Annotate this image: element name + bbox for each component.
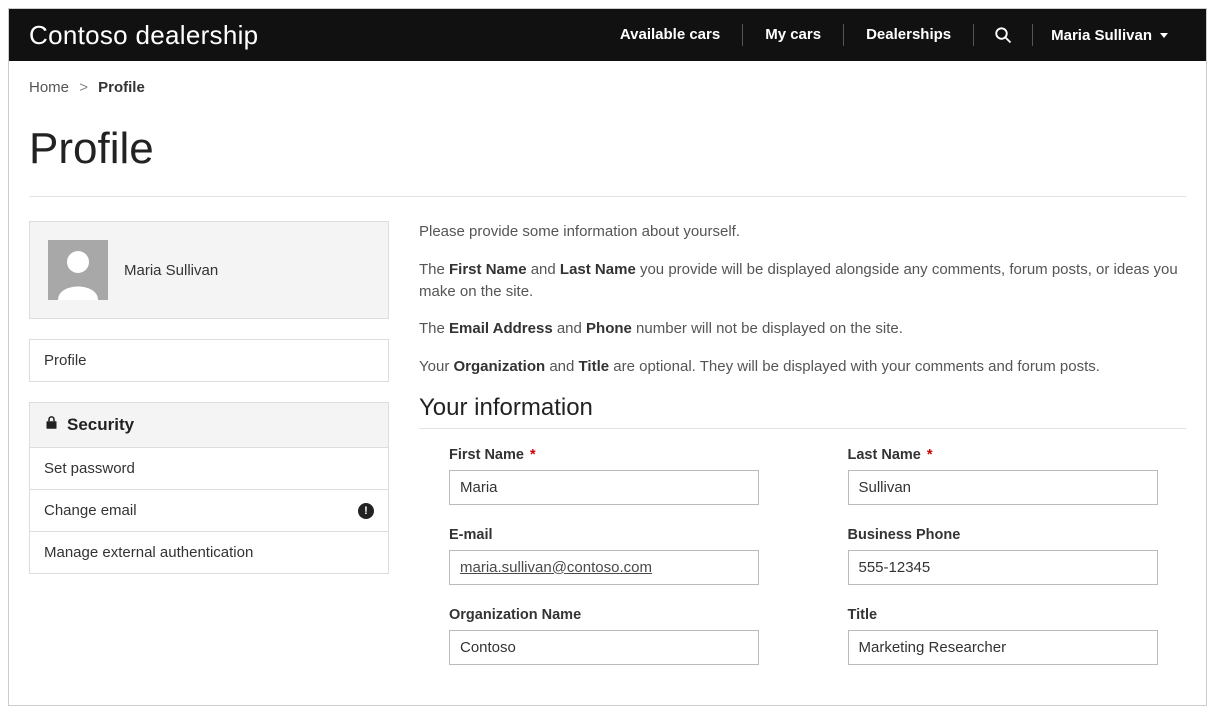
sidebar-item-manage-external-auth[interactable]: Manage external authentication <box>30 531 388 573</box>
chevron-down-icon <box>1160 33 1168 38</box>
email-input[interactable] <box>449 550 759 585</box>
breadcrumb-current: Profile <box>98 79 145 96</box>
intro-text: Please provide some information about yo… <box>419 221 1186 378</box>
title-divider <box>29 196 1186 197</box>
first-name-label: First Name * <box>449 447 788 463</box>
sidebar-item-set-password[interactable]: Set password <box>30 447 388 489</box>
required-marker: * <box>526 447 536 463</box>
intro-p1: Please provide some information about yo… <box>419 221 1186 243</box>
org-name-input[interactable] <box>449 630 759 665</box>
sidebar-item-profile[interactable]: Profile <box>30 340 388 381</box>
top-navbar: Contoso dealership Available cars My car… <box>9 9 1206 61</box>
title-input[interactable] <box>848 630 1158 665</box>
sidebar-header-label: Security <box>67 415 134 435</box>
email-label: E-mail <box>449 527 788 543</box>
business-phone-label: Business Phone <box>848 527 1187 543</box>
user-card: Maria Sullivan <box>29 221 389 319</box>
sidebar-nav-security: Security Set password Change email ! Man… <box>29 402 389 574</box>
sidebar-item-change-email[interactable]: Change email ! <box>30 489 388 531</box>
first-name-input[interactable] <box>449 470 759 505</box>
org-name-label: Organization Name <box>449 607 788 623</box>
sidebar-nav-primary: Profile <box>29 339 389 382</box>
breadcrumb-home[interactable]: Home <box>29 79 69 96</box>
last-name-input[interactable] <box>848 470 1158 505</box>
section-heading: Your information <box>419 394 1186 422</box>
page-title: Profile <box>29 124 1186 174</box>
nav-available-cars[interactable]: Available cars <box>598 23 742 47</box>
intro-p4: Your Organization and Title are optional… <box>419 356 1186 378</box>
lock-icon <box>44 415 59 435</box>
sidebar-header-security: Security <box>30 403 388 447</box>
title-label: Title <box>848 607 1187 623</box>
user-menu-label: Maria Sullivan <box>1051 27 1152 44</box>
avatar <box>48 240 108 300</box>
brand-title[interactable]: Contoso dealership <box>29 20 258 51</box>
breadcrumb: Home > Profile <box>29 79 1186 96</box>
required-marker: * <box>923 447 933 463</box>
section-divider <box>419 428 1186 429</box>
breadcrumb-separator: > <box>79 79 88 96</box>
intro-p3: The Email Address and Phone number will … <box>419 318 1186 340</box>
intro-p2: The First Name and Last Name you provide… <box>419 259 1186 303</box>
last-name-label: Last Name * <box>848 447 1187 463</box>
search-icon[interactable] <box>974 23 1032 47</box>
sidebar-item-label: Change email <box>44 502 137 519</box>
user-card-name: Maria Sullivan <box>124 262 218 279</box>
nav-my-cars[interactable]: My cars <box>743 23 843 47</box>
business-phone-input[interactable] <box>848 550 1158 585</box>
user-menu[interactable]: Maria Sullivan <box>1033 27 1186 44</box>
nav-dealerships[interactable]: Dealerships <box>844 23 973 47</box>
info-icon: ! <box>358 503 374 519</box>
